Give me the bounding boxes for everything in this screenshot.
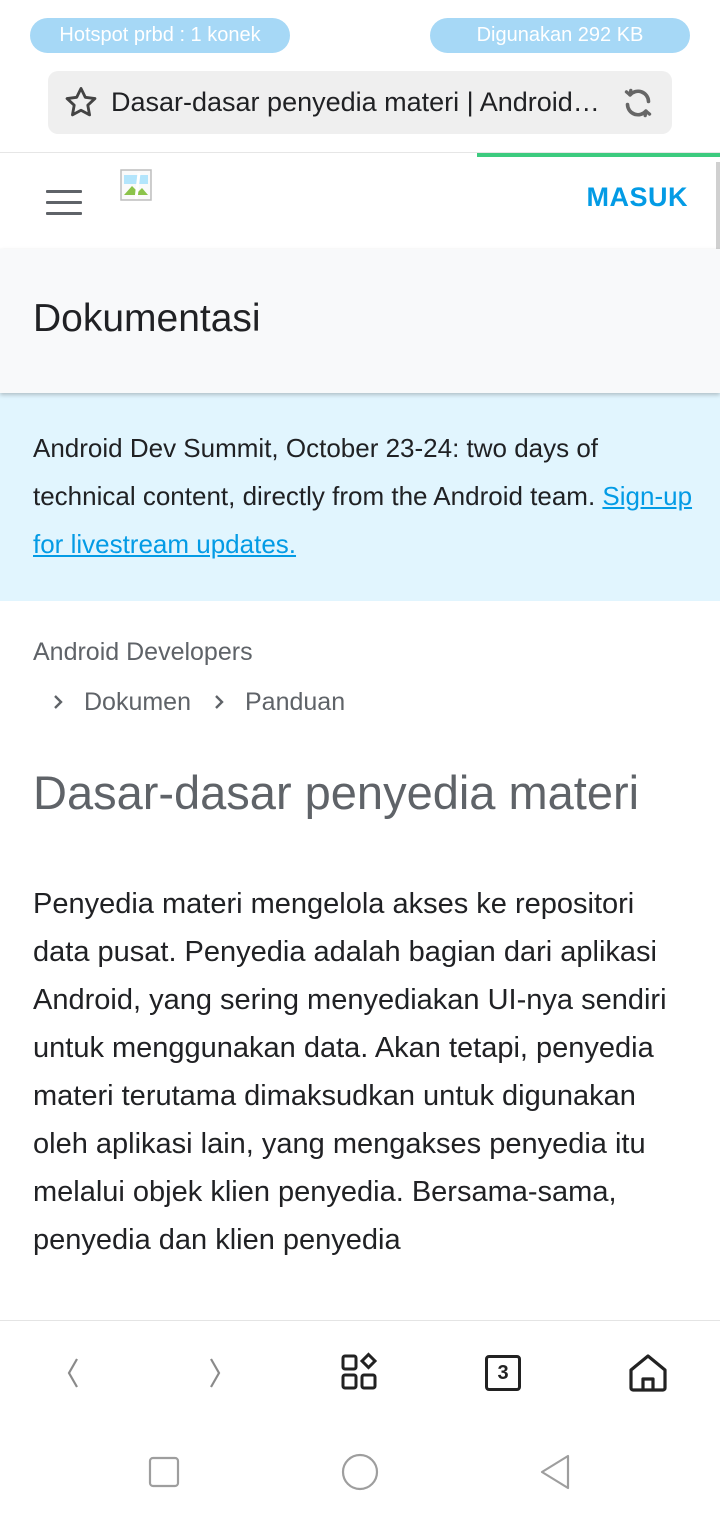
- star-icon[interactable]: [62, 84, 100, 122]
- browser-toolbar: 3: [0, 1320, 720, 1420]
- broken-image-logo-icon[interactable]: [120, 169, 152, 201]
- scrollbar-thumb[interactable]: [716, 162, 720, 254]
- section-title[interactable]: Dokumentasi: [33, 297, 261, 341]
- home-icon[interactable]: [626, 1351, 670, 1395]
- chevron-right-icon[interactable]: [193, 1351, 237, 1395]
- documentation-header: Dokumentasi: [0, 249, 720, 393]
- chevron-left-icon[interactable]: [51, 1351, 95, 1395]
- home-circle-icon[interactable]: [340, 1452, 380, 1492]
- address-bar[interactable]: Dasar-dasar penyedia materi | Android De…: [48, 71, 672, 134]
- chevron-right-icon: [54, 695, 63, 709]
- announcement-text: Android Dev Summit, October 23-24: two d…: [33, 433, 693, 559]
- system-navigation-bar: [0, 1420, 720, 1520]
- reload-icon[interactable]: [620, 85, 656, 121]
- back-triangle-icon[interactable]: [536, 1452, 576, 1492]
- breadcrumb: Dokumen Panduan: [48, 686, 363, 718]
- site-header: MASUK: [0, 157, 720, 249]
- page-title-in-address-bar[interactable]: Dasar-dasar penyedia materi | Android De…: [111, 71, 601, 134]
- announcement-banner: Android Dev Summit, October 23-24: two d…: [0, 393, 720, 601]
- tab-switcher-icon[interactable]: 3: [481, 1351, 525, 1395]
- chevron-right-icon: [215, 695, 224, 709]
- apps-grid-icon[interactable]: [338, 1351, 382, 1395]
- breadcrumb-item-panduan[interactable]: Panduan: [245, 688, 345, 717]
- breadcrumb-root[interactable]: Android Developers: [33, 638, 253, 667]
- recent-apps-icon[interactable]: [144, 1452, 184, 1492]
- hamburger-menu-icon[interactable]: [46, 190, 82, 216]
- signin-button[interactable]: MASUK: [587, 182, 689, 213]
- tab-count: 3: [485, 1355, 521, 1391]
- breadcrumb-item-dokumen[interactable]: Dokumen: [84, 688, 191, 717]
- article-body: Penyedia materi mengelola akses ke repos…: [33, 888, 667, 1256]
- page-title: Dasar-dasar penyedia materi: [33, 766, 640, 819]
- hotspot-status-pill: Hotspot prbd : 1 konek: [30, 18, 290, 53]
- data-usage-pill: Digunakan 292 KB: [430, 18, 690, 53]
